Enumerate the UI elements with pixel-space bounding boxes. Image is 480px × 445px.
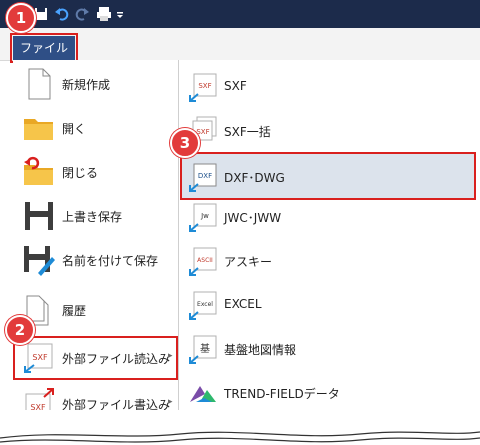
menu-item-new[interactable]: 新規作成: [18, 64, 178, 104]
menu-item-label: 名前を付けて保存: [62, 254, 159, 268]
submenu-item-label: SXF: [224, 79, 247, 93]
save-icon: [25, 202, 53, 230]
step-badge-1: 1: [6, 3, 36, 33]
folder-close-icon: [24, 156, 53, 185]
menu-item-save[interactable]: 上書き保存: [18, 196, 178, 236]
dxf-file-icon: DXF: [189, 163, 217, 192]
redo-icon[interactable]: [74, 6, 90, 22]
import-icon: SXF: [24, 343, 53, 373]
submenu-item-label: 基盤地図情報: [224, 343, 297, 357]
title-bar: [0, 0, 480, 28]
menu-item-history[interactable]: 履歴: [18, 290, 178, 330]
save-quick-icon[interactable]: [34, 6, 48, 22]
ascii-file-icon: ASCII: [189, 247, 217, 276]
sxf-batch-icon-text: SXF: [196, 128, 209, 136]
menu-item-label: 履歴: [62, 304, 87, 318]
kiban-icon-text: 基: [200, 342, 210, 355]
submenu-item-label: TREND-FIELDデータ: [224, 387, 340, 401]
print-icon[interactable]: [96, 6, 112, 22]
submenu-item-kiban-map[interactable]: 基 基盤地図情報: [180, 328, 476, 368]
submenu-item-label: DXF･DWG: [224, 171, 285, 185]
submenu-item-label: EXCEL: [224, 297, 262, 311]
submenu-arrow-icon: ▸: [168, 351, 173, 361]
submenu-item-label: JWC･JWW: [224, 211, 282, 225]
excel-file-icon: Excel: [189, 291, 217, 320]
menu-item-save-as[interactable]: 名前を付けて保存: [18, 240, 178, 280]
sxf-icon-text: SXF: [198, 82, 211, 90]
menu-item-open[interactable]: 開く: [18, 108, 178, 148]
base-map-icon: 基: [189, 335, 217, 364]
menu-item-close[interactable]: 閉じる: [18, 152, 178, 192]
jw-file-icon: Jw: [189, 203, 217, 232]
file-tab[interactable]: ファイル: [10, 33, 78, 63]
save-as-icon: [24, 246, 55, 276]
submenu-item-sxf-batch[interactable]: SXF SXF一括: [180, 110, 476, 150]
ascii-icon-text: ASCII: [197, 257, 213, 264]
new-document-icon: [28, 68, 51, 100]
undo-icon[interactable]: [54, 6, 70, 22]
step-badge-2: 2: [5, 315, 35, 345]
menu-item-label: 新規作成: [62, 78, 111, 92]
folder-open-icon: [24, 119, 53, 140]
submenu-item-trend-field[interactable]: TREND-FIELDデータ: [180, 372, 476, 412]
submenu-item-jwc-jww[interactable]: Jw JWC･JWW: [180, 196, 476, 236]
dxf-icon-text: DXF: [198, 172, 212, 180]
submenu-arrow-icon: ▸: [168, 397, 173, 407]
jw-icon-text: Jw: [200, 212, 209, 220]
step-badge-3: 3: [170, 128, 200, 158]
submenu-item-sxf[interactable]: SXF SXF: [180, 66, 476, 106]
import-icon-text: SXF: [32, 353, 48, 362]
submenu-item-dxf-dwg[interactable]: DXF DXF･DWG: [180, 152, 476, 200]
submenu-item-ascii[interactable]: ASCII アスキー: [180, 240, 476, 280]
torn-edge: [0, 410, 480, 445]
menu-item-label: 外部ファイル読込み: [62, 352, 171, 366]
trend-field-icon: [190, 386, 216, 402]
sxf-file-icon: SXF: [189, 73, 217, 102]
submenu-item-excel[interactable]: Excel EXCEL: [180, 284, 476, 324]
submenu-item-label: アスキー: [224, 255, 273, 269]
menu-item-import[interactable]: SXF 外部ファイル読込み ▸: [13, 336, 178, 380]
excel-icon-text: Excel: [197, 301, 213, 308]
menu-item-label: 上書き保存: [62, 210, 123, 224]
menu-item-label: 開く: [62, 122, 87, 136]
customize-toolbar-icon[interactable]: [116, 6, 124, 22]
submenu-item-label: SXF一括: [224, 125, 271, 139]
menu-item-label: 閉じる: [62, 166, 99, 180]
